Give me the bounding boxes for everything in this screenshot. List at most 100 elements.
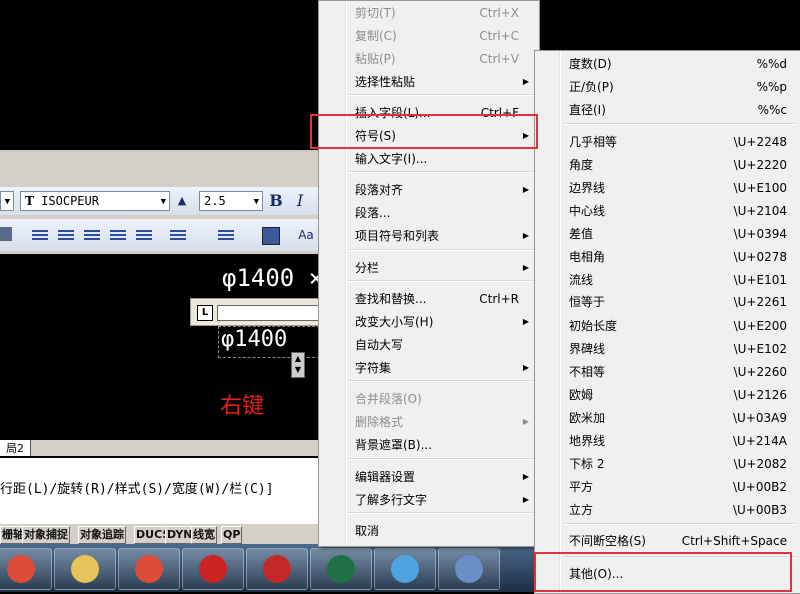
menu-item-autocaps[interactable]: 自动大写 xyxy=(319,334,539,356)
menu-item-import-text[interactable]: 输入文字(I)... xyxy=(319,148,539,170)
ruler-scale[interactable] xyxy=(217,305,323,321)
symbol-item[interactable]: 恒等于 \U+2261 xyxy=(535,291,800,313)
menu-item-paragraph-align[interactable]: 段落对齐 ▶ xyxy=(319,179,539,201)
menu-item-shortcut: Ctrl+X xyxy=(479,6,519,20)
taskbar-pdf[interactable] xyxy=(182,548,244,590)
menu-separator xyxy=(349,280,535,282)
symbol-item-label: 恒等于 xyxy=(569,295,606,309)
symbol-item-label: 下标 2 xyxy=(569,457,605,471)
symbol-item[interactable]: 度数(D) %%d xyxy=(535,53,800,75)
font-value: ISOCPEUR xyxy=(41,194,99,208)
menu-item-combine-paragraphs[interactable]: 合并段落(O) xyxy=(319,388,539,410)
symbol-item[interactable]: 差值 \U+0394 xyxy=(535,223,800,245)
submenu-arrow-icon: ▶ xyxy=(522,317,529,326)
symbol-item[interactable]: 下标 2 \U+2082 xyxy=(535,453,800,475)
symbol-item[interactable]: 平方 \U+00B2 xyxy=(535,476,800,498)
symbol-item-code: \U+2260 xyxy=(733,365,787,379)
menu-item-columns[interactable]: 分栏 ▶ xyxy=(319,257,539,279)
symbol-item[interactable]: 流线 \U+E101 xyxy=(535,269,800,291)
taskbar-translate[interactable] xyxy=(438,548,500,590)
align-center-icon[interactable] xyxy=(56,228,76,242)
line-spacing-icon[interactable] xyxy=(168,228,188,242)
symbol-item[interactable]: 角度 \U+2220 xyxy=(535,154,800,176)
status-lineweight-button[interactable]: 线宽 xyxy=(191,526,217,544)
symbol-item[interactable]: 初始长度 \U+E200 xyxy=(535,315,800,337)
symbol-item[interactable]: 地界线 \U+214A xyxy=(535,430,800,452)
menu-item-remove-formatting[interactable]: 删除格式 ▶ xyxy=(319,411,539,433)
symbol-item-label: 初始长度 xyxy=(569,319,618,333)
menu-item-editor-settings[interactable]: 编辑器设置 ▶ xyxy=(319,466,539,488)
align-right-icon[interactable] xyxy=(82,228,102,242)
symbol-item[interactable]: 几乎相等 \U+2248 xyxy=(535,131,800,153)
menu-item-copy[interactable]: 复制(C) Ctrl+C xyxy=(319,25,539,47)
symbol-item[interactable]: 直径(I) %%c xyxy=(535,99,800,121)
menu-item-paste-special[interactable]: 选择性粘贴 ▶ xyxy=(319,71,539,93)
mtext-edit-text[interactable]: φ1400 xyxy=(221,327,287,352)
insert-field-icon[interactable] xyxy=(262,227,280,245)
taskbar-qq[interactable] xyxy=(374,548,436,590)
menu-item-label: 取消 xyxy=(355,524,380,538)
symbol-item[interactable]: 界碑线 \U+E102 xyxy=(535,338,800,360)
mtext-top: φ1400 × xyxy=(222,264,324,292)
symbol-item[interactable]: 不间断空格(S) Ctrl+Shift+Space xyxy=(535,530,800,552)
taskbar-chrome-2[interactable] xyxy=(118,548,180,590)
status-osnap-button[interactable]: 对象捕捉 xyxy=(22,526,70,544)
symbol-submenu: 度数(D) %%d 正/负(P) %%p 直径(I) %%c 几乎相等 \U+2248 角度 \U… xyxy=(534,50,800,594)
text-height-dropdown[interactable]: 2.5 ▼ xyxy=(199,191,263,211)
change-case-button[interactable]: Aa xyxy=(296,225,316,245)
symbol-item-label: 立方 xyxy=(569,503,594,517)
symbol-item[interactable]: 电相角 \U+0278 xyxy=(535,246,800,268)
menu-item-change-case[interactable]: 改变大小写(H) ▶ xyxy=(319,311,539,333)
menu-item-label: 段落... xyxy=(355,206,391,220)
columns-icon[interactable] xyxy=(0,227,12,241)
align-left-icon[interactable] xyxy=(30,228,50,242)
numbering-icon[interactable] xyxy=(216,228,236,242)
resize-handle-icon[interactable]: ▲ ▼ xyxy=(291,352,305,378)
taskbar-explorer[interactable] xyxy=(54,548,116,590)
symbol-item-code: \U+2104 xyxy=(733,204,787,218)
symbol-item-label: 欧姆 xyxy=(569,388,594,402)
symbol-item[interactable]: 中心线 \U+2104 xyxy=(535,200,800,222)
symbol-item-code: \U+2082 xyxy=(733,457,787,471)
symbol-item-label: 电相角 xyxy=(569,250,606,264)
menu-item-charset[interactable]: 字符集 ▶ xyxy=(319,357,539,379)
submenu-arrow-icon: ▶ xyxy=(522,495,529,504)
symbol-item[interactable]: 立方 \U+00B3 xyxy=(535,499,800,521)
annotative-icon[interactable]: ▲ xyxy=(172,191,192,211)
tab-type-button[interactable]: L xyxy=(197,305,213,321)
justify-icon[interactable] xyxy=(108,228,128,242)
menu-item-paragraph[interactable]: 段落... xyxy=(319,202,539,224)
symbol-item[interactable]: 欧姆 \U+2126 xyxy=(535,384,800,406)
menu-item-background-mask[interactable]: 背景遮罩(B)... xyxy=(319,434,539,456)
status-otrack-button[interactable]: 对象追踪 xyxy=(78,526,126,544)
font-dropdown[interactable]: T ISOCPEUR ▼ xyxy=(20,191,170,211)
menu-item-bullets-list[interactable]: 项目符号和列表 ▶ xyxy=(319,225,539,247)
symbol-item-code: \U+00B3 xyxy=(732,503,787,517)
style-dropdown[interactable]: ▼ xyxy=(0,191,14,211)
taskbar-excel[interactable] xyxy=(310,548,372,590)
truetype-icon: T xyxy=(25,194,34,208)
menu-item-cancel[interactable]: 取消 xyxy=(319,520,539,542)
status-qp-button[interactable]: QP xyxy=(221,526,243,544)
menu-item-cut[interactable]: 剪切(T) Ctrl+X xyxy=(319,2,539,24)
menu-item-paste[interactable]: 粘贴(P) Ctrl+V xyxy=(319,48,539,70)
toolbar-row-2: Aa xyxy=(0,219,320,251)
symbol-item-code: %%d xyxy=(756,57,787,71)
menu-item-about-mtext[interactable]: 了解多行文字 ▶ xyxy=(319,489,539,511)
taskbar-autocad[interactable] xyxy=(246,548,308,590)
submenu-arrow-icon: ▶ xyxy=(522,231,529,240)
italic-button[interactable]: I xyxy=(290,191,310,211)
taskbar-chrome-1[interactable] xyxy=(0,548,52,590)
symbol-item[interactable]: 欧米加 \U+03A9 xyxy=(535,407,800,429)
distribute-icon[interactable] xyxy=(134,228,154,242)
command-line[interactable]: 行距(L)/旋转(R)/样式(S)/宽度(W)/栏(C)] xyxy=(0,458,320,524)
symbol-item[interactable]: 正/负(P) %%p xyxy=(535,76,800,98)
bold-button[interactable]: B xyxy=(266,191,286,211)
menu-separator xyxy=(349,458,535,460)
layout-tab[interactable]: 局2 xyxy=(0,440,31,456)
mtext-ruler[interactable]: L xyxy=(190,298,323,326)
status-bar: 栅轴 对象捕捉 对象追踪 DUCS DYN 线宽 QP xyxy=(0,524,320,544)
symbol-item[interactable]: 不相等 \U+2260 xyxy=(535,361,800,383)
symbol-item[interactable]: 边界线 \U+E100 xyxy=(535,177,800,199)
menu-item-find-replace[interactable]: 查找和替换... Ctrl+R xyxy=(319,288,539,310)
